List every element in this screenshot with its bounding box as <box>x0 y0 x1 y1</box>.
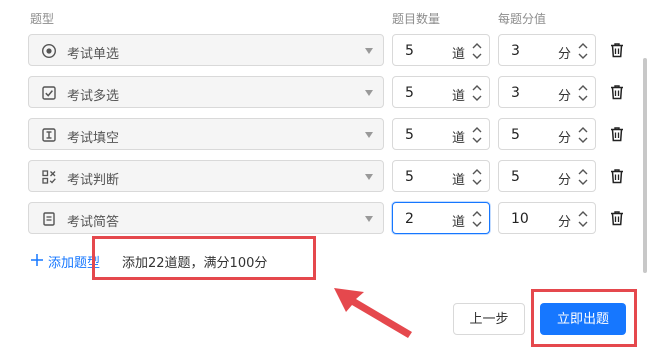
chevron-down-icon <box>365 174 373 180</box>
score-unit: 分 <box>557 173 571 188</box>
stepper-icon[interactable] <box>577 166 589 188</box>
type-label: 考试简答 <box>67 215 120 230</box>
score-unit: 分 <box>557 89 571 104</box>
score-input[interactable]: 5 分 <box>498 118 596 150</box>
chevron-down-icon <box>365 48 373 54</box>
trash-icon[interactable] <box>609 168 625 184</box>
type-label: 考试多选 <box>67 89 120 104</box>
stepper-icon[interactable] <box>577 208 589 230</box>
count-value: 2 <box>405 211 414 227</box>
question-row: 考试填空 5 道 5 分 <box>0 118 640 152</box>
score-input[interactable]: 3 分 <box>498 76 596 108</box>
trash-icon[interactable] <box>609 84 625 100</box>
type-select[interactable]: 考试判断 <box>28 160 384 192</box>
stepper-icon[interactable] <box>471 124 483 146</box>
count-input[interactable]: 5 道 <box>392 160 490 192</box>
stepper-icon[interactable] <box>471 166 483 188</box>
score-value: 5 <box>511 127 520 143</box>
type-select[interactable]: 考试多选 <box>28 76 384 108</box>
count-value: 5 <box>405 85 414 101</box>
score-unit: 分 <box>557 215 571 230</box>
generate-questions-button[interactable]: 立即出题 <box>540 303 626 335</box>
count-input[interactable]: 5 道 <box>392 34 490 66</box>
header-type: 题型 <box>30 12 55 26</box>
radio-icon <box>41 43 57 59</box>
stepper-icon[interactable] <box>577 40 589 62</box>
count-input[interactable]: 2 道 <box>392 202 490 234</box>
count-input[interactable]: 5 道 <box>392 118 490 150</box>
chevron-down-icon <box>365 216 373 222</box>
count-unit: 道 <box>451 173 465 188</box>
text-cursor-icon <box>42 128 56 142</box>
type-select[interactable]: 考试填空 <box>28 118 384 150</box>
count-unit: 道 <box>451 89 465 104</box>
count-unit: 道 <box>451 47 465 62</box>
score-value: 3 <box>511 85 520 101</box>
count-input[interactable]: 5 道 <box>392 76 490 108</box>
score-value: 10 <box>511 211 529 227</box>
stepper-icon[interactable] <box>471 82 483 104</box>
score-unit: 分 <box>557 131 571 146</box>
type-label: 考试单选 <box>67 47 120 62</box>
type-label: 考试判断 <box>67 173 120 188</box>
count-value: 5 <box>405 127 414 143</box>
type-label: 考试填空 <box>67 131 120 146</box>
score-input[interactable]: 10 分 <box>498 202 596 234</box>
chevron-down-icon <box>365 90 373 96</box>
question-row: 考试简答 2 道 10 分 <box>0 202 640 236</box>
trash-icon[interactable] <box>609 126 625 142</box>
question-row: 考试多选 5 道 3 分 <box>0 76 640 110</box>
type-select[interactable]: 考试单选 <box>28 34 384 66</box>
plus-icon <box>31 254 43 266</box>
score-unit: 分 <box>557 47 571 62</box>
score-input[interactable]: 5 分 <box>498 160 596 192</box>
stepper-icon[interactable] <box>471 40 483 62</box>
type-select[interactable]: 考试简答 <box>28 202 384 234</box>
header-score: 每题分值 <box>498 12 547 26</box>
stepper-icon[interactable] <box>577 124 589 146</box>
annotation-arrow-icon <box>334 288 412 338</box>
score-input[interactable]: 3 分 <box>498 34 596 66</box>
trash-icon[interactable] <box>609 42 625 58</box>
count-unit: 道 <box>451 215 465 230</box>
score-value: 3 <box>511 43 520 59</box>
count-value: 5 <box>405 43 414 59</box>
question-row: 考试单选 5 道 3 分 <box>0 34 640 68</box>
header-count: 题目数量 <box>392 12 441 26</box>
chevron-down-icon <box>365 132 373 138</box>
checkbox-icon <box>42 86 56 100</box>
question-row: 考试判断 5 道 5 分 <box>0 160 640 194</box>
prev-step-button[interactable]: 上一步 <box>453 303 525 335</box>
stepper-icon[interactable] <box>471 208 483 230</box>
judge-icon <box>42 170 56 184</box>
annotation-highlight-summary <box>92 236 316 280</box>
scrollbar-thumb[interactable] <box>643 58 647 273</box>
table-header: 题型 题目数量 每题分值 <box>0 8 640 28</box>
trash-icon[interactable] <box>609 210 625 226</box>
stepper-icon[interactable] <box>577 82 589 104</box>
count-unit: 道 <box>451 131 465 146</box>
count-value: 5 <box>405 169 414 185</box>
score-value: 5 <box>511 169 520 185</box>
document-icon <box>43 212 55 226</box>
